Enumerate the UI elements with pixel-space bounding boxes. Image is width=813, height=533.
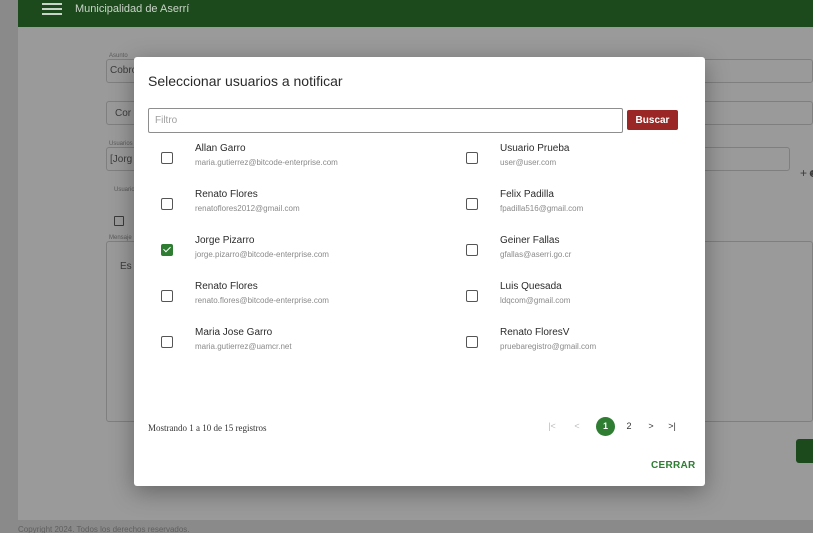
user-list-item[interactable]: Maria Jose Garro maria.gutierrez@uamcr.ne… bbox=[148, 327, 408, 357]
user-name: Jorge Pizarro bbox=[195, 235, 255, 246]
user-name: Renato Flores bbox=[195, 189, 258, 200]
user-checkbox[interactable] bbox=[161, 152, 173, 164]
user-checkbox[interactable] bbox=[466, 244, 478, 256]
user-email: maria.gutierrez@bitcode-enterprise.com bbox=[195, 158, 338, 167]
usuarios2-label: Usuario bbox=[114, 187, 135, 193]
user-email: renatoflores2012@gmail.com bbox=[195, 204, 300, 213]
user-name: Luis Quesada bbox=[500, 281, 562, 292]
app-header: Municipalidad de Aserrí bbox=[18, 0, 813, 27]
user-name: Felix Padilla bbox=[500, 189, 554, 200]
user-name: Geiner Fallas bbox=[500, 235, 560, 246]
search-button[interactable]: Buscar bbox=[627, 110, 678, 130]
user-list-item[interactable]: Renato Flores renatoflores2012@gmail.com bbox=[148, 189, 408, 219]
background-checkbox bbox=[114, 216, 124, 226]
correo-value: Cor bbox=[115, 108, 132, 119]
user-checkbox[interactable] bbox=[466, 290, 478, 302]
user-email: maria.gutierrez@uamcr.net bbox=[195, 342, 292, 351]
user-list-item[interactable]: Jorge Pizarro jorge.pizarro@bitcode-enter… bbox=[148, 235, 408, 265]
user-list-item[interactable]: Geiner Fallas gfallas@aserri.go.cr bbox=[453, 235, 713, 265]
page-2-button[interactable]: 2 bbox=[622, 416, 636, 436]
dialog-title: Seleccionar usuarios a notificar bbox=[148, 73, 343, 89]
select-users-dialog: Seleccionar usuarios a notificar Buscar … bbox=[134, 57, 705, 486]
last-page-button[interactable]: >| bbox=[664, 416, 680, 436]
page-1-button[interactable]: 1 bbox=[596, 417, 615, 436]
app-title: Municipalidad de Aserrí bbox=[75, 3, 190, 15]
user-email: renato.flores@bitcode-enterprise.com bbox=[195, 296, 329, 305]
usuarios-label: Usuarios bbox=[109, 141, 133, 147]
user-name: Allan Garro bbox=[195, 143, 246, 154]
user-list-item[interactable]: Allan Garro maria.gutierrez@bitcode-enter… bbox=[148, 143, 408, 173]
first-page-button[interactable]: |< bbox=[544, 416, 560, 436]
menu-icon[interactable] bbox=[42, 3, 62, 17]
user-email: ldqcom@gmail.com bbox=[500, 296, 571, 305]
filter-input[interactable] bbox=[148, 108, 623, 133]
user-name: Renato FloresV bbox=[500, 327, 570, 338]
user-email: jorge.pizarro@bitcode-enterprise.com bbox=[195, 250, 329, 259]
user-name: Maria Jose Garro bbox=[195, 327, 273, 338]
background-save-button bbox=[796, 439, 813, 463]
user-list-item[interactable]: Felix Padilla fpadilla516@gmail.com bbox=[453, 189, 713, 219]
user-email: gfallas@aserri.go.cr bbox=[500, 250, 572, 259]
user-name: Renato Flores bbox=[195, 281, 258, 292]
pagination-info: Mostrando 1 a 10 de 15 registros bbox=[148, 423, 267, 433]
user-list-item[interactable]: Luis Quesada ldqcom@gmail.com bbox=[453, 281, 713, 311]
user-email: fpadilla516@gmail.com bbox=[500, 204, 584, 213]
user-email: user@user.com bbox=[500, 158, 557, 167]
close-button[interactable]: CERRAR bbox=[651, 460, 696, 471]
prev-page-button[interactable]: < bbox=[570, 416, 584, 436]
user-checkbox[interactable] bbox=[161, 198, 173, 210]
user-list-item[interactable]: Usuario Prueba user@user.com bbox=[453, 143, 713, 173]
user-checkbox[interactable] bbox=[466, 336, 478, 348]
copyright-text: Copyright 2024. Todos los derechos reser… bbox=[18, 525, 190, 533]
mensaje-label: Mensaje bbox=[109, 235, 132, 241]
user-email: pruebaregistro@gmail.com bbox=[500, 342, 597, 351]
user-list-item[interactable]: Renato Flores renato.flores@bitcode-enter… bbox=[148, 281, 408, 311]
user-name: Usuario Prueba bbox=[500, 143, 570, 154]
add-user-icon: +☻ bbox=[800, 166, 813, 180]
mensaje-value: Es bbox=[120, 261, 132, 272]
usuarios-value: [Jorg bbox=[110, 154, 133, 165]
user-checkbox[interactable] bbox=[466, 152, 478, 164]
next-page-button[interactable]: > bbox=[644, 416, 658, 436]
user-checkbox[interactable] bbox=[466, 198, 478, 210]
asunto-label: Asunto bbox=[109, 53, 128, 59]
user-list-item[interactable]: Renato FloresV pruebaregistro@gmail.com bbox=[453, 327, 713, 357]
user-checkbox[interactable] bbox=[161, 290, 173, 302]
user-checkbox[interactable] bbox=[161, 336, 173, 348]
user-checkbox[interactable] bbox=[161, 244, 173, 256]
